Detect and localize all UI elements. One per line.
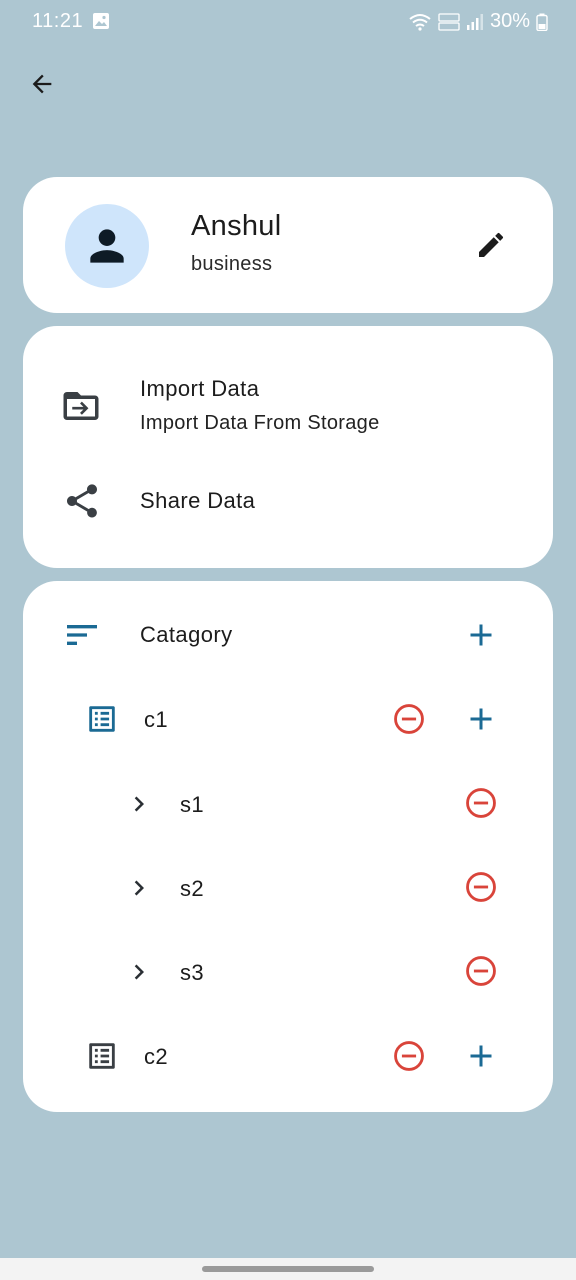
signal-icon	[466, 13, 483, 30]
back-button[interactable]	[22, 64, 62, 104]
subcategory-item-label: s3	[180, 960, 205, 985]
volte-icon	[438, 12, 460, 31]
arrow-back-icon	[32, 74, 52, 94]
category-header: Catagory	[140, 622, 233, 647]
remove-circle-icon	[466, 788, 496, 818]
folder-import-icon	[59, 384, 103, 428]
remove-circle-icon	[394, 1041, 424, 1071]
category-item-label: c2	[144, 1044, 169, 1069]
add-icon	[470, 1045, 492, 1067]
list-alt-icon	[80, 697, 124, 741]
import-data-row[interactable]: Import Data Import Data From Storage	[23, 356, 553, 456]
remove-subcategory-button[interactable]	[459, 781, 503, 825]
data-actions-card: Import Data Import Data From Storage Sha…	[23, 326, 553, 568]
profile-subtitle: business	[191, 253, 273, 275]
subcategory-item[interactable]: s1	[23, 776, 453, 832]
sort-list-icon	[60, 613, 104, 657]
add-icon	[470, 624, 492, 646]
list-alt-icon	[80, 1034, 124, 1078]
chevron-right-icon	[119, 868, 159, 908]
add-subcategory-button[interactable]	[459, 697, 503, 741]
chevron-right-icon	[119, 952, 159, 992]
remove-category-button[interactable]	[387, 1034, 431, 1078]
subcategory-item[interactable]: s3	[23, 944, 453, 1000]
avatar[interactable]	[65, 204, 149, 288]
battery-percent: 30%	[489, 10, 530, 32]
remove-circle-icon	[466, 956, 496, 986]
gallery-notification-icon	[93, 13, 109, 29]
category-item-label: c1	[144, 707, 169, 732]
add-category-button[interactable]	[459, 613, 503, 657]
edit-profile-button[interactable]	[471, 225, 511, 265]
person-icon	[90, 229, 124, 263]
remove-circle-icon	[466, 872, 496, 902]
remove-circle-icon	[394, 704, 424, 734]
remove-subcategory-button[interactable]	[459, 949, 503, 993]
status-right: 30%	[408, 10, 548, 33]
share-data-title: Share Data	[140, 488, 256, 513]
remove-category-button[interactable]	[387, 697, 431, 741]
share-data-row[interactable]: Share Data	[23, 466, 553, 536]
remove-subcategory-button[interactable]	[459, 865, 503, 909]
category-item[interactable]: c2	[23, 1028, 373, 1084]
chevron-right-icon	[119, 784, 159, 824]
category-card: Catagory c1 s1 s2 s3 c2	[23, 581, 553, 1112]
profile-name: Anshul	[191, 210, 282, 242]
wifi-icon	[409, 13, 431, 31]
import-data-title: Import Data	[140, 376, 260, 401]
subcategory-item-label: s2	[180, 876, 205, 901]
status-time: 11:21	[32, 10, 84, 32]
status-bar: 11:21 30%	[0, 0, 576, 44]
battery-icon	[536, 13, 548, 31]
subcategory-item-label: s1	[180, 792, 205, 817]
profile-card: Anshul business	[23, 177, 553, 313]
add-subcategory-button[interactable]	[459, 1034, 503, 1078]
import-data-subtitle: Import Data From Storage	[140, 412, 380, 434]
add-icon	[470, 708, 492, 730]
edit-pencil-icon	[479, 232, 504, 257]
share-icon	[60, 479, 104, 523]
home-gesture-handle[interactable]	[202, 1266, 374, 1272]
subcategory-item[interactable]: s2	[23, 860, 453, 916]
